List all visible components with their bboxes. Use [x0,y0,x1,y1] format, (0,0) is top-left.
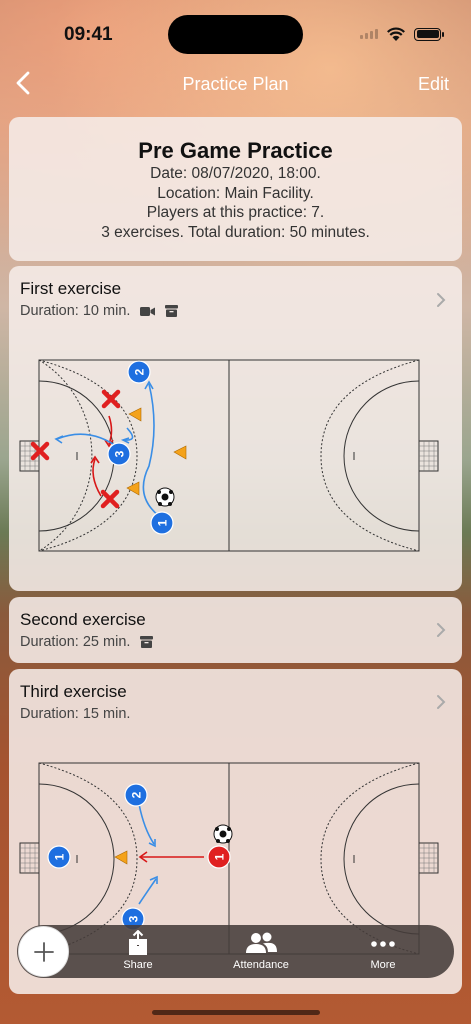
page-title: Practice Plan [182,74,289,94]
chevron-right-icon [437,623,446,637]
exercise-card-first[interactable]: First exercise Duration: 10 min. 2 3 1 [9,266,462,591]
practice-title: Pre Game Practice [138,138,333,163]
archive-icon [165,305,179,317]
attendance-tab[interactable]: Attendance [216,930,306,971]
share-icon [129,930,147,955]
exercise-card-second[interactable]: Second exercise Duration: 25 min. [9,597,462,663]
battery-icon [414,27,444,41]
people-icon [246,932,277,953]
player-marker: 1 [207,845,231,869]
defender-icon [30,389,121,509]
status-bar: 09:41 [0,0,471,60]
svg-text:2: 2 [130,791,144,798]
player-marker: 1 [150,511,174,535]
exercise-title: First exercise [20,279,122,298]
status-icons [360,26,444,42]
exercise-title: Second exercise [20,610,146,629]
player-marker: 1 [47,845,71,869]
chevron-right-icon [437,695,446,709]
practice-date: Date: 08/07/2020, 18:00. [150,165,321,182]
cone-icon [126,407,187,496]
navigation-bar: Practice Plan Edit [0,66,471,102]
edit-button[interactable]: Edit [418,74,449,95]
archive-icon [140,636,154,648]
share-tab[interactable]: Share [93,930,183,971]
exercise-duration: Duration: 25 min. [20,634,131,650]
ellipsis-icon [371,941,395,947]
practice-players: Players at this practice: 7. [146,204,325,221]
exercise-duration: Duration: 15 min. [20,706,131,722]
share-label: Share [123,959,153,971]
exercise-duration-row: Duration: 10 min. [20,303,179,319]
svg-text:1: 1 [53,853,67,860]
cellular-signal-icon [360,29,378,39]
home-indicator [152,1010,320,1015]
add-button[interactable] [18,926,69,977]
svg-text:3: 3 [127,915,141,922]
plus-icon [33,941,54,962]
svg-text:1: 1 [156,519,170,526]
practice-summary-card: Pre Game Practice Date: 08/07/2020, 18:0… [9,117,462,261]
ball-icon [155,487,175,507]
attendance-label: Attendance [233,959,289,971]
cone-icon [114,850,128,865]
svg-text:1: 1 [213,853,227,860]
player-marker: 2 [127,360,151,384]
player-marker: 2 [124,783,148,807]
status-time: 09:41 [64,24,113,45]
exercise-duration: Duration: 10 min. [20,303,131,319]
more-tab[interactable]: More [338,930,428,971]
bottom-toolbar: Share Attendance More [17,925,454,978]
practice-totals: 3 exercises. Total duration: 50 minutes. [101,223,370,241]
player-marker: 3 [107,442,131,466]
chevron-right-icon [437,293,446,307]
svg-text:3: 3 [113,450,127,457]
video-icon [140,306,156,316]
exercise-duration-row: Duration: 25 min. [20,634,154,650]
dynamic-island [168,15,303,54]
exercise-title: Third exercise [20,682,127,701]
court-diagram: 2 3 1 [19,359,439,552]
exercise-duration-row: Duration: 15 min. [20,706,130,722]
wifi-icon [387,27,405,41]
svg-text:2: 2 [133,368,147,375]
more-label: More [370,959,396,971]
ball-icon [213,824,233,844]
practice-location: Location: Main Facility. [157,184,314,202]
